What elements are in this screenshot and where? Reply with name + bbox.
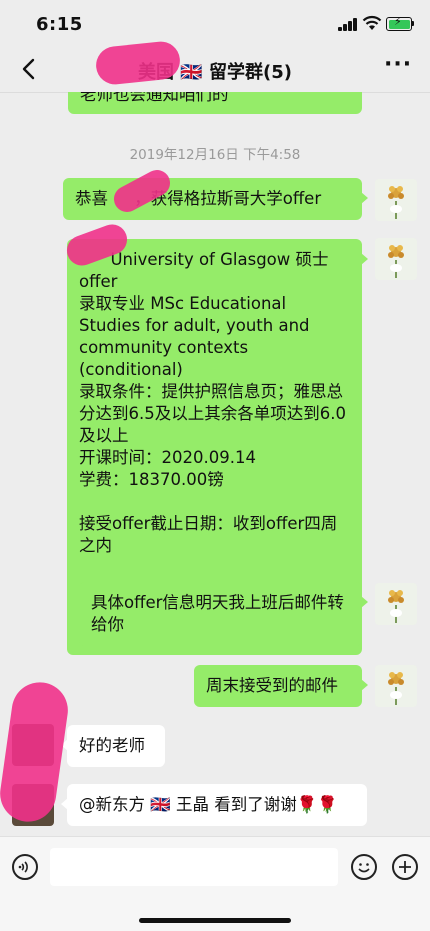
- bubble-tail: [361, 596, 368, 608]
- message-bubble[interactable]: 具体offer信息明天我上班后邮件转给你: [79, 582, 368, 646]
- flower-avatar-icon: [375, 583, 417, 625]
- message-bubble[interactable]: 恭喜 ，获得格拉斯哥大学offer: [63, 178, 368, 220]
- avatar[interactable]: [375, 665, 417, 707]
- message-bubble[interactable]: 好的老师: [61, 725, 165, 767]
- message-text: 好的老师: [79, 736, 145, 755]
- cellular-signal-icon: [338, 18, 358, 31]
- message-bubble[interactable]: 周末接受到的邮件: [194, 665, 368, 707]
- chat-title: 美国 🇬🇧 留学群(5): [138, 62, 292, 83]
- bubble-tail: [361, 192, 368, 204]
- message-timestamp: 2019年12月16日 下午4:58: [129, 147, 301, 163]
- message-bubble[interactable]: 老师也会通知咱们的: [68, 92, 362, 114]
- message-text: 周末接受到的邮件: [206, 676, 338, 695]
- add-attachment-icon[interactable]: [392, 854, 418, 880]
- flower-avatar-icon: [375, 238, 417, 280]
- message-bubble[interactable]: @新东方 🇬🇧 王晶 看到了谢谢🌹🌹: [61, 784, 367, 826]
- input-bar: [0, 836, 430, 931]
- flower-avatar-icon: [375, 665, 417, 707]
- bubble-tail: [361, 679, 368, 691]
- chat-area[interactable]: 老师也会通知咱们的 2019年12月16日 下午4:58 恭喜 ，获得格拉斯哥大…: [0, 92, 430, 836]
- message-input[interactable]: [50, 848, 338, 886]
- more-options-icon[interactable]: ···: [384, 54, 412, 78]
- message-text: 老师也会通知咱们的: [80, 92, 229, 104]
- battery-icon: ⚡: [386, 15, 412, 31]
- emoji-icon[interactable]: [351, 854, 377, 880]
- status-time: 6:15: [36, 14, 83, 35]
- home-indicator: [139, 918, 291, 923]
- avatar[interactable]: [375, 238, 417, 280]
- avatar[interactable]: [375, 583, 417, 625]
- message-text: @新东方 🇬🇧 王晶 看到了谢谢🌹🌹: [79, 795, 338, 814]
- status-bar: 6:15 ⚡: [0, 0, 430, 46]
- battery-tip: [412, 21, 414, 26]
- bubble-tail: [61, 798, 68, 810]
- avatar[interactable]: [375, 179, 417, 221]
- message-text: University of Glasgow 硕士offer 录取专业 MSc E…: [79, 250, 346, 555]
- flower-avatar-icon: [375, 179, 417, 221]
- voice-input-icon[interactable]: [12, 854, 38, 880]
- nav-bar: 美国 🇬🇧 留学群(5) ···: [0, 46, 430, 93]
- wifi-icon: [362, 15, 382, 30]
- message-text: 具体offer信息明天我上班后邮件转给你: [91, 593, 344, 634]
- bubble-tail: [361, 253, 368, 265]
